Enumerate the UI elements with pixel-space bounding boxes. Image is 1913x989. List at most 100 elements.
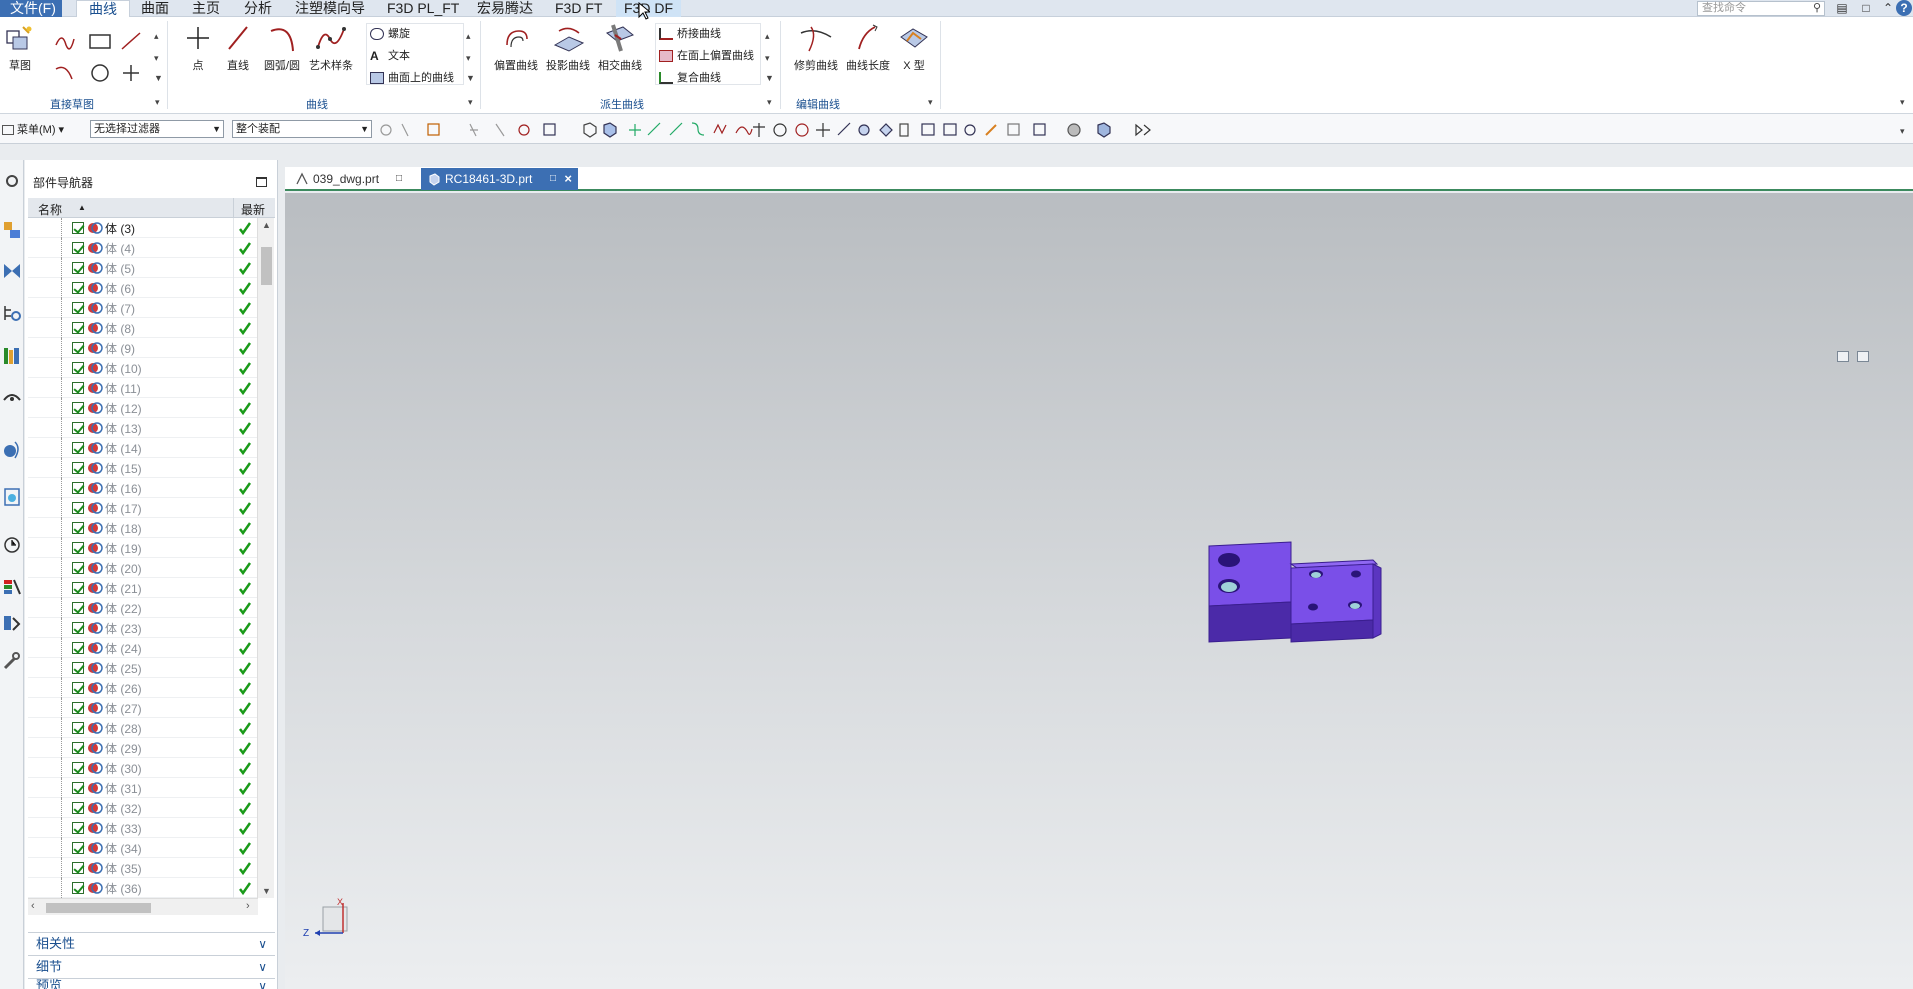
help-icon[interactable]: ?	[1896, 0, 1912, 16]
menu-surface[interactable]: 曲面	[141, 0, 169, 17]
fit-view-icon[interactable]	[921, 123, 935, 136]
tree-row[interactable]: 体 (13)	[28, 418, 258, 438]
visibility-checkbox[interactable]	[72, 842, 84, 854]
section-view-icon[interactable]	[1135, 123, 1151, 137]
tree-row[interactable]: 体 (34)	[28, 838, 258, 858]
dependencies-panel-header[interactable]: 相关性 ∨	[28, 932, 275, 954]
toolbar-options-icon[interactable]: ▾	[1900, 126, 1905, 137]
visibility-checkbox[interactable]	[72, 242, 84, 254]
select-body-icon[interactable]	[518, 124, 530, 136]
ribbon-options-dropdown-icon[interactable]: ▾	[1900, 97, 1905, 108]
navigator-horizontal-scrollbar[interactable]: ‹ ›	[28, 898, 258, 915]
visibility-checkbox[interactable]	[72, 722, 84, 734]
visibility-checkbox[interactable]	[72, 462, 84, 474]
menu-button[interactable]: 菜单(M) ▾	[2, 121, 64, 137]
scroll-left-icon[interactable]: ‹	[31, 900, 35, 912]
assembly-scope-select[interactable]: 整个装配 ▼	[232, 120, 372, 138]
column-name-header[interactable]: 名称	[38, 201, 62, 218]
scroll-down-icon[interactable]: ▾	[154, 53, 159, 64]
part-navigator-icon[interactable]	[2, 302, 22, 324]
rotate-icon[interactable]	[964, 124, 976, 136]
visibility-checkbox[interactable]	[72, 402, 84, 414]
column-latest-header[interactable]: 最新	[241, 201, 265, 218]
tree-row[interactable]: 体 (17)	[28, 498, 258, 518]
clock-icon[interactable]	[2, 534, 22, 556]
snap-perpendicular-icon[interactable]	[753, 123, 765, 137]
information-icon[interactable]	[2, 438, 22, 460]
snap-point-icon[interactable]	[629, 124, 641, 136]
tree-row[interactable]: 体 (31)	[28, 778, 258, 798]
select-solid-icon[interactable]	[583, 122, 597, 138]
tab-rc18461-3d[interactable]: RC18461-3D.prt □ ×	[421, 168, 578, 190]
menu-curve[interactable]: 曲线	[76, 0, 130, 17]
tree-row[interactable]: 体 (27)	[28, 698, 258, 718]
visibility-checkbox[interactable]	[72, 862, 84, 874]
select-edge-icon[interactable]	[495, 123, 505, 137]
menu-analysis[interactable]: 分析	[244, 0, 272, 17]
studio-spline-button[interactable]: 艺术样条	[306, 23, 356, 73]
select-curve-icon[interactable]	[469, 123, 478, 137]
selection-filter-select[interactable]: 无选择过滤器 ▼	[90, 120, 224, 138]
scrollbar-thumb[interactable]	[46, 903, 151, 913]
tree-row[interactable]: 体 (9)	[28, 338, 258, 358]
reuse-library-icon[interactable]	[2, 344, 22, 366]
visibility-checkbox[interactable]	[72, 582, 84, 594]
ribbon-options-icon[interactable]: ▤	[1834, 0, 1850, 16]
visibility-checkbox[interactable]	[72, 442, 84, 454]
visibility-checkbox[interactable]	[72, 682, 84, 694]
sketch-button[interactable]: 草图	[0, 23, 40, 73]
visibility-checkbox[interactable]	[72, 542, 84, 554]
visibility-checkbox[interactable]	[72, 762, 84, 774]
maximize-icon[interactable]	[256, 177, 267, 187]
tree-row[interactable]: 体 (36)	[28, 878, 258, 898]
render-style-icon[interactable]	[1067, 123, 1081, 137]
history-icon[interactable]	[2, 386, 22, 408]
intersection-curve-button[interactable]: 相交曲线	[594, 23, 646, 73]
perspective-icon[interactable]	[1007, 123, 1020, 136]
tree-row[interactable]: 体 (22)	[28, 598, 258, 618]
pan-icon[interactable]	[985, 124, 997, 136]
scrollbar-thumb[interactable]	[261, 247, 272, 285]
constraint-navigator-icon[interactable]	[2, 260, 22, 282]
tree-row[interactable]: 体 (7)	[28, 298, 258, 318]
menu-file[interactable]: 文件(F)	[0, 0, 62, 17]
search-icon[interactable]: ⚲	[1813, 2, 1821, 15]
snap-bounded-icon[interactable]	[879, 123, 893, 137]
x-form-button[interactable]: X 型	[892, 23, 936, 73]
select-face-icon[interactable]	[603, 122, 617, 138]
restore-icon[interactable]: □	[1858, 0, 1874, 16]
snap-on-face-icon[interactable]	[858, 124, 870, 136]
line-button[interactable]: 直线	[216, 23, 260, 73]
scroll-up-icon[interactable]: ▲	[262, 220, 271, 230]
project-curve-button[interactable]: 投影曲线	[542, 23, 594, 73]
helix-button[interactable]: 螺旋	[370, 25, 410, 43]
offset-in-face-button[interactable]: 在面上偏置曲线	[659, 47, 754, 65]
scroll-down-icon[interactable]: ▼	[262, 886, 271, 896]
tree-row[interactable]: 体 (10)	[28, 358, 258, 378]
select-window-icon[interactable]	[543, 123, 556, 136]
tree-row[interactable]: 体 (33)	[28, 818, 258, 838]
web-browser-icon[interactable]	[2, 486, 22, 508]
tools-icon[interactable]	[2, 650, 22, 672]
visibility-checkbox[interactable]	[72, 482, 84, 494]
menu-mold-wizard[interactable]: 注塑模向导	[295, 0, 365, 17]
tree-row[interactable]: 体 (4)	[28, 238, 258, 258]
view-cube-icon[interactable]	[1097, 122, 1111, 138]
snap-tangent-icon[interactable]	[691, 122, 705, 136]
tree-row[interactable]: 体 (14)	[28, 438, 258, 458]
menu-f3d-pl-ft[interactable]: F3D PL_FT	[387, 0, 459, 17]
visibility-checkbox[interactable]	[72, 602, 84, 614]
tree-row[interactable]: 体 (23)	[28, 618, 258, 638]
settings-icon[interactable]	[2, 170, 22, 192]
tree-row[interactable]: 体 (29)	[28, 738, 258, 758]
arc-icon[interactable]	[55, 66, 73, 80]
derived-group-dropdown-icon[interactable]: ▾	[767, 97, 772, 108]
visibility-checkbox[interactable]	[72, 382, 84, 394]
composite-curve-button[interactable]: 复合曲线	[659, 69, 721, 87]
fullscreen-icon[interactable]	[1857, 351, 1869, 362]
orient-icon[interactable]	[1033, 123, 1046, 136]
zoom-icon[interactable]	[943, 123, 957, 136]
point-icon[interactable]	[123, 65, 139, 81]
snap-mid-icon[interactable]	[669, 122, 683, 136]
visibility-checkbox[interactable]	[72, 662, 84, 674]
